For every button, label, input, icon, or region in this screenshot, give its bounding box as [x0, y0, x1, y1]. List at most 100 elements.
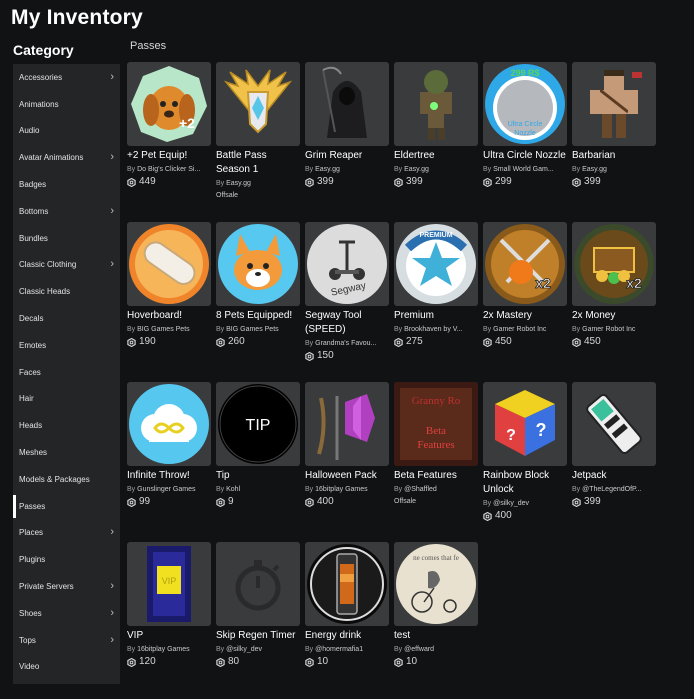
- item-creator[interactable]: By @silky_dev: [216, 645, 300, 655]
- item-card[interactable]: x2 2x Mastery By Gamer Robot Inc 450: [483, 222, 567, 348]
- sidebar-item-badges[interactable]: Badges: [13, 171, 120, 198]
- creator-name[interactable]: BIG Games Pets: [137, 326, 190, 333]
- item-thumbnail[interactable]: x2: [483, 222, 567, 306]
- item-card[interactable]: Energy drink By @homermafia1 10: [305, 542, 389, 668]
- item-creator[interactable]: By BIG Games Pets: [127, 325, 211, 335]
- creator-name[interactable]: Kohl: [226, 486, 240, 493]
- creator-name[interactable]: Easy.gg: [582, 166, 607, 173]
- sidebar-item-classic-heads[interactable]: Classic Heads: [13, 278, 120, 305]
- item-card[interactable]: Segway Segway Tool (SPEED) By Grandma's Fa…: [305, 222, 389, 362]
- creator-name[interactable]: Easy.gg: [226, 180, 251, 187]
- item-thumbnail[interactable]: [394, 62, 478, 146]
- creator-name[interactable]: Brookhaven by V...: [404, 326, 463, 333]
- sidebar-item-bottoms[interactable]: Bottoms ›: [13, 198, 120, 225]
- item-name[interactable]: Battle Pass Season 1: [216, 149, 300, 177]
- sidebar-item-places[interactable]: Places ›: [13, 520, 120, 547]
- item-creator[interactable]: By @silky_dev: [483, 499, 567, 509]
- item-card[interactable]: Grim Reaper By Easy.gg 399: [305, 62, 389, 188]
- item-name[interactable]: Grim Reaper: [305, 149, 389, 163]
- item-thumbnail[interactable]: [305, 382, 389, 466]
- item-name[interactable]: Hoverboard!: [127, 309, 211, 323]
- item-creator[interactable]: By Easy.gg: [572, 165, 656, 175]
- item-thumbnail[interactable]: ??: [483, 382, 567, 466]
- creator-name[interactable]: Easy.gg: [315, 166, 340, 173]
- item-thumbnail[interactable]: Granny Ro Beta Features: [394, 382, 478, 466]
- item-card[interactable]: Infinite Throw! By Gunslinger Games 99: [127, 382, 211, 508]
- item-creator[interactable]: By Brookhaven by V...: [394, 325, 478, 335]
- sidebar-item-meshes[interactable]: Meshes: [13, 439, 120, 466]
- creator-name[interactable]: Do Big's Clicker Si...: [137, 166, 200, 173]
- item-name[interactable]: Barbarian: [572, 149, 656, 163]
- item-card[interactable]: +2 +2 Pet Equip! By Do Big's Clicker Si...…: [127, 62, 211, 188]
- sidebar-item-tops[interactable]: Tops ›: [13, 627, 120, 654]
- creator-name[interactable]: @silky_dev: [493, 500, 529, 507]
- item-card[interactable]: Skip Regen Timer By @silky_dev 80: [216, 542, 300, 668]
- item-card[interactable]: Eldertree By Easy.gg 399: [394, 62, 478, 188]
- item-creator[interactable]: By BIG Games Pets: [216, 325, 300, 335]
- item-card[interactable]: x2 2x Money By Gamer Robot Inc 450: [572, 222, 656, 348]
- item-name[interactable]: Halloween Pack: [305, 469, 389, 483]
- item-creator[interactable]: By @effward: [394, 645, 478, 655]
- item-creator[interactable]: By Small World Gam...: [483, 165, 567, 175]
- item-card[interactable]: ?? Rainbow Block Unlock By @silky_dev 400: [483, 382, 567, 522]
- item-card[interactable]: Hoverboard! By BIG Games Pets 190: [127, 222, 211, 348]
- sidebar-item-private-servers[interactable]: Private Servers ›: [13, 573, 120, 600]
- item-name[interactable]: Energy drink: [305, 629, 389, 643]
- item-card[interactable]: Jetpack By @TheLegendOfP... 399: [572, 382, 656, 508]
- item-thumbnail[interactable]: VIP: [127, 542, 211, 626]
- creator-name[interactable]: Easy.gg: [404, 166, 429, 173]
- item-name[interactable]: Tip: [216, 469, 300, 483]
- sidebar-item-accessories[interactable]: Accessories ›: [13, 64, 120, 91]
- sidebar-item-audio[interactable]: Audio: [13, 118, 120, 145]
- creator-name[interactable]: Gamer Robot Inc: [582, 326, 635, 333]
- item-creator[interactable]: By Easy.gg: [216, 179, 300, 189]
- item-creator[interactable]: By Gunslinger Games: [127, 485, 211, 495]
- sidebar-item-classic-clothing[interactable]: Classic Clothing ›: [13, 252, 120, 279]
- item-creator[interactable]: By Gamer Robot Inc: [572, 325, 656, 335]
- item-card[interactable]: ne comes that fe test By @effward 10: [394, 542, 478, 668]
- item-creator[interactable]: By Gamer Robot Inc: [483, 325, 567, 335]
- item-creator[interactable]: By 16bitplay Games: [305, 485, 389, 495]
- item-card[interactable]: 299 R$ Ultra Circle Nozzle Ultra Circle Noz…: [483, 62, 567, 188]
- item-name[interactable]: 2x Mastery: [483, 309, 567, 323]
- item-name[interactable]: VIP: [127, 629, 211, 643]
- item-thumbnail[interactable]: Segway: [305, 222, 389, 306]
- item-creator[interactable]: By Easy.gg: [394, 165, 478, 175]
- creator-name[interactable]: 16bitplay Games: [315, 486, 368, 493]
- sidebar-item-heads[interactable]: Heads: [13, 412, 120, 439]
- item-name[interactable]: Beta Features: [394, 469, 478, 483]
- item-name[interactable]: 2x Money: [572, 309, 656, 323]
- item-card[interactable]: Granny Ro Beta Features Beta Features By @Sh…: [394, 382, 478, 507]
- creator-name[interactable]: @effward: [404, 646, 434, 653]
- item-card[interactable]: Barbarian By Easy.gg 399: [572, 62, 656, 188]
- item-thumbnail[interactable]: [572, 382, 656, 466]
- item-name[interactable]: Skip Regen Timer: [216, 629, 300, 643]
- sidebar-item-avatar-animations[interactable]: Avatar Animations ›: [13, 144, 120, 171]
- item-card[interactable]: TIP Tip By Kohl 9: [216, 382, 300, 508]
- item-thumbnail[interactable]: [216, 222, 300, 306]
- item-creator[interactable]: By @homermafia1: [305, 645, 389, 655]
- sidebar-item-hair[interactable]: Hair: [13, 386, 120, 413]
- item-creator[interactable]: By 16bitplay Games: [127, 645, 211, 655]
- sidebar-item-passes[interactable]: Passes: [13, 493, 120, 520]
- item-creator[interactable]: By Do Big's Clicker Si...: [127, 165, 211, 175]
- sidebar-item-animations[interactable]: Animations: [13, 91, 120, 118]
- creator-name[interactable]: 16bitplay Games: [137, 646, 190, 653]
- item-thumbnail[interactable]: [216, 62, 300, 146]
- item-creator[interactable]: By @Shaffled: [394, 485, 478, 495]
- item-thumbnail[interactable]: ne comes that fe: [394, 542, 478, 626]
- sidebar-item-emotes[interactable]: Emotes: [13, 332, 120, 359]
- item-thumbnail[interactable]: +2: [127, 62, 211, 146]
- item-name[interactable]: Eldertree: [394, 149, 478, 163]
- item-thumbnail[interactable]: [127, 222, 211, 306]
- creator-name[interactable]: @silky_dev: [226, 646, 262, 653]
- sidebar-item-faces[interactable]: Faces: [13, 359, 120, 386]
- creator-name[interactable]: Small World Gam...: [493, 166, 554, 173]
- item-name[interactable]: Segway Tool (SPEED): [305, 309, 389, 337]
- item-thumbnail[interactable]: [572, 62, 656, 146]
- item-thumbnail[interactable]: [305, 542, 389, 626]
- sidebar-item-shoes[interactable]: Shoes ›: [13, 600, 120, 627]
- item-thumbnail[interactable]: [305, 62, 389, 146]
- item-card[interactable]: Battle Pass Season 1 By Easy.gg Offsale: [216, 62, 300, 201]
- item-thumbnail[interactable]: x2: [572, 222, 656, 306]
